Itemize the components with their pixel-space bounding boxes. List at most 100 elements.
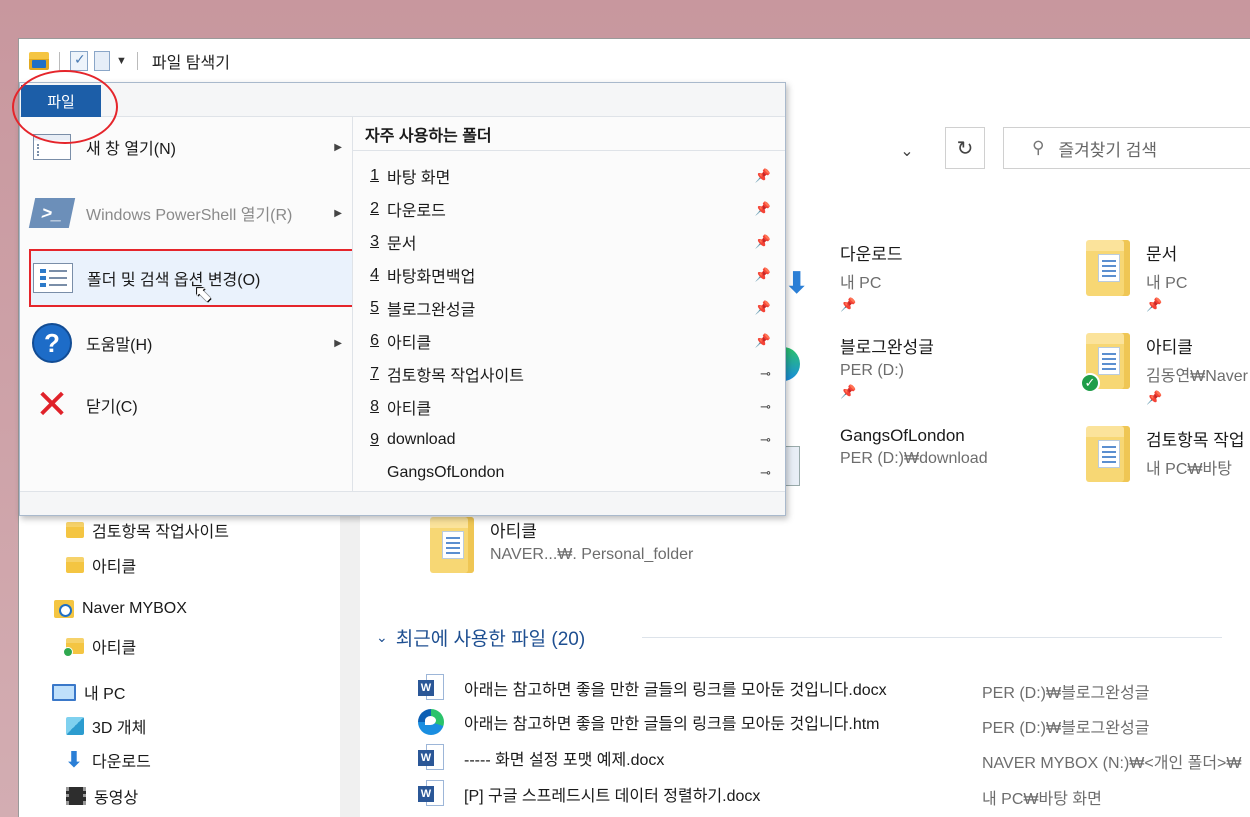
new-folder-icon[interactable]: [94, 51, 110, 71]
pin-icon: 📌: [1146, 297, 1163, 312]
item-name: GangsOfLondon: [387, 463, 505, 481]
frequent-folder-item[interactable]: 3 문서 📌: [353, 225, 785, 258]
file-name: [P] 구글 스프레드시트 데이터 정렬하기.docx: [464, 788, 761, 805]
recent-file-row[interactable]: W ----- 화면 설정 포맷 예제.docx: [418, 744, 664, 772]
item-number: 9: [370, 430, 379, 448]
unpinned-pin-icon[interactable]: ⊸: [760, 432, 771, 448]
address-history-dropdown-icon[interactable]: ⌄: [891, 131, 923, 171]
file-name: ----- 화면 설정 포맷 예제.docx: [464, 752, 665, 769]
item-number: 3: [370, 232, 379, 250]
quick-access-tile[interactable]: GangsOfLondon PER (D:)₩download: [780, 426, 988, 486]
folder-icon: [66, 557, 84, 573]
recent-file-row[interactable]: 아래는 참고하면 좋을 만한 글들의 링크를 모아둔 것입니다.htm: [418, 709, 880, 735]
recent-file-row[interactable]: W 아래는 참고하면 좋을 만한 글들의 링크를 모아둔 것입니다.docx: [418, 674, 887, 702]
synced-folder-icon: ✓: [1080, 333, 1134, 393]
unpinned-pin-icon[interactable]: ⊸: [760, 399, 771, 415]
folder-synced-icon: [63, 638, 84, 657]
pin-icon[interactable]: 📌: [755, 267, 771, 283]
frequent-folder-item[interactable]: 7 검토항목 작업사이트 ⊸: [353, 357, 785, 390]
menu-item-close[interactable]: ✕ 닫기(C): [20, 375, 352, 435]
frequent-folder-item[interactable]: 9 download ⊸: [353, 423, 785, 456]
item-number: 1: [370, 166, 379, 184]
item-name: 검토항목 작업사이트: [387, 367, 524, 385]
nav-item[interactable]: Naver MYBOX: [54, 600, 187, 618]
close-icon: ✕: [35, 383, 69, 427]
frequent-folder-item[interactable]: 5 블로그완성글 📌: [353, 291, 785, 324]
tile-location: 내 PC: [840, 275, 882, 292]
quick-access-tile[interactable]: ⬇ 다운로드 내 PC 📌: [780, 240, 903, 313]
frequent-folder-item[interactable]: 1 바탕 화면 📌: [353, 159, 785, 192]
quick-access-tile[interactable]: ✓ 아티클 김동연₩Naver 📌: [1080, 333, 1248, 406]
mybox-icon: [54, 600, 74, 618]
file-location: NAVER MYBOX (N:)₩<개인 폴더>₩: [982, 755, 1242, 772]
nav-item[interactable]: 내 PC: [52, 680, 125, 704]
menu-footer: [20, 491, 785, 515]
item-name: 바탕 화면: [387, 169, 451, 187]
item-name: 블로그완성글: [387, 301, 476, 319]
item-name: download: [387, 430, 456, 448]
nav-item[interactable]: 검토항목 작업사이트: [66, 518, 229, 542]
unpinned-pin-icon[interactable]: ⊸: [760, 465, 771, 481]
pin-icon[interactable]: 📌: [755, 234, 771, 250]
word-icon: W: [418, 780, 444, 808]
frequent-folder-item[interactable]: 2 다운로드 📌: [353, 192, 785, 225]
sync-check-icon: ✓: [1080, 373, 1100, 393]
search-icon: ⚲: [1032, 138, 1045, 157]
tile-location: NAVER...₩. Personal_folder: [490, 546, 694, 563]
nav-item[interactable]: 3D 개체: [66, 714, 146, 738]
file-folder-icon: [780, 426, 828, 486]
explorer-folder-icon[interactable]: [29, 52, 49, 70]
refresh-button[interactable]: ↻: [945, 127, 985, 169]
frequent-folder-item[interactable]: GangsOfLondon ⊸: [353, 456, 785, 489]
mouse-cursor-icon: ⬉: [194, 281, 213, 306]
item-number: 2: [370, 199, 379, 217]
tile-name: 아티클: [1146, 338, 1193, 357]
file-location: 내 PC₩바탕 화면: [982, 791, 1102, 808]
item-number: 4: [370, 265, 379, 283]
toolbar-separator: [59, 52, 60, 70]
unpinned-pin-icon[interactable]: ⊸: [760, 366, 771, 382]
recent-file-row[interactable]: W [P] 구글 스프레드시트 데이터 정렬하기.docx: [418, 780, 760, 808]
quick-access-tile[interactable]: 블로그완성글 PER (D:) 📌: [780, 333, 934, 400]
cube-icon: [66, 717, 84, 735]
frequent-folders-header: 자주 사용하는 폴더: [353, 117, 785, 151]
folder-icon: [430, 517, 478, 577]
frequent-folder-item[interactable]: 4 바탕화면백업 📌: [353, 258, 785, 291]
recent-files-header[interactable]: ⌄ 최근에 사용한 파일 (20): [376, 624, 585, 651]
chevron-down-icon: ⌄: [376, 629, 388, 645]
pin-icon[interactable]: 📌: [755, 333, 771, 349]
nav-item[interactable]: 아티클: [63, 634, 137, 658]
item-number: 7: [370, 364, 379, 382]
tile-name: 다운로드: [840, 245, 903, 264]
tile-location: PER (D:): [840, 362, 904, 379]
file-name: 아래는 참고하면 좋을 만한 글들의 링크를 모아둔 것입니다.docx: [464, 682, 887, 699]
nav-item[interactable]: 아티클: [66, 553, 136, 577]
quick-access-tile[interactable]: 검토항목 작업 내 PC₩바탕: [1086, 426, 1245, 486]
quick-access-tile[interactable]: 아티클 NAVER...₩. Personal_folder: [430, 517, 693, 577]
nav-item-label: 아티클: [92, 640, 137, 657]
item-name: 바탕화면백업: [387, 268, 476, 286]
quick-access-tile[interactable]: 문서 내 PC 📌: [1086, 240, 1187, 313]
pin-icon[interactable]: 📌: [755, 168, 771, 184]
pin-icon[interactable]: 📌: [755, 201, 771, 217]
help-icon: ?: [30, 321, 74, 365]
menu-item-label: 닫기(C): [86, 399, 138, 416]
file-location: PER (D:)₩블로그완성글: [982, 685, 1150, 702]
nav-item[interactable]: ⬇ 다운로드: [64, 748, 151, 772]
tile-name: GangsOfLondon: [840, 426, 965, 445]
frequent-folder-item[interactable]: 6 아티클 📌: [353, 324, 785, 357]
tile-name: 검토항목 작업: [1146, 431, 1245, 450]
tab-file[interactable]: 파일: [21, 85, 101, 117]
video-icon: [66, 787, 86, 805]
customize-toolbar-dropdown-icon[interactable]: ▼: [116, 55, 127, 67]
title-bar: ▼ 파일 탐색기: [19, 39, 1250, 83]
nav-item[interactable]: 동영상: [66, 784, 138, 808]
word-icon: W: [418, 744, 444, 772]
item-number: 6: [370, 331, 379, 349]
pin-icon[interactable]: 📌: [755, 300, 771, 316]
search-input[interactable]: ⚲ 즐겨찾기 검색: [1003, 127, 1250, 169]
frequent-folder-item[interactable]: 8 아티클 ⊸: [353, 390, 785, 423]
tile-name: 블로그완성글: [840, 338, 934, 357]
properties-icon[interactable]: [70, 51, 88, 71]
menu-item-help[interactable]: ? 도움말(H) ▶: [20, 313, 352, 373]
